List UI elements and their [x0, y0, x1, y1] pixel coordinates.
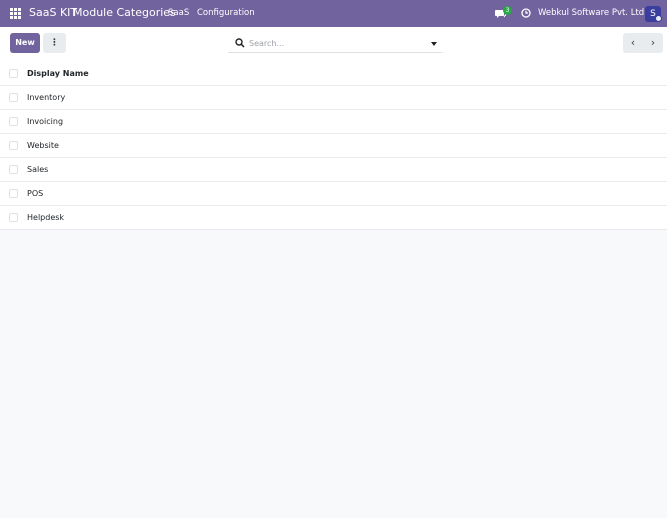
nav-menu-configuration[interactable]: Configuration	[197, 8, 255, 18]
row-display-name: Inventory	[27, 93, 66, 102]
search-input[interactable]	[249, 36, 419, 50]
row-display-name: Sales	[27, 165, 49, 174]
list-view: Display Name Inventory Invoicing Website…	[0, 61, 667, 230]
chat-badge: 3	[503, 6, 512, 15]
select-all-checkbox[interactable]	[9, 69, 18, 78]
row-checkbox[interactable]	[9, 213, 18, 222]
app-brand[interactable]: SaaS KIT	[29, 6, 77, 19]
table-row[interactable]: Inventory	[0, 86, 667, 110]
search-icon	[235, 38, 245, 48]
top-navbar: SaaS KIT Module Categories SaaS Configur…	[0, 0, 667, 27]
pager-previous-button[interactable]: ‹	[623, 33, 643, 53]
actions-menu-button[interactable]: ⋮	[43, 33, 66, 53]
company-switcher[interactable]: Webkul Software Pvt. Ltd.	[538, 8, 647, 18]
user-status-dot	[655, 15, 662, 22]
activity-clock-icon[interactable]	[521, 8, 531, 18]
table-row[interactable]: POS	[0, 182, 667, 206]
row-display-name: Invoicing	[27, 117, 64, 126]
apps-menu-icon[interactable]	[10, 8, 21, 19]
search-box	[228, 33, 443, 53]
new-button[interactable]: New	[10, 33, 40, 53]
column-header-display-name[interactable]: Display Name	[27, 69, 89, 78]
search-options-toggle[interactable]	[426, 33, 443, 53]
row-display-name: Helpdesk	[27, 213, 65, 222]
table-row[interactable]: Sales	[0, 158, 667, 182]
control-panel: New ⋮ ‹ ›	[0, 27, 667, 61]
row-checkbox[interactable]	[9, 165, 18, 174]
nav-current-section[interactable]: Module Categories	[73, 6, 176, 19]
row-display-name: POS	[27, 189, 44, 198]
table-row[interactable]: Invoicing	[0, 110, 667, 134]
table-row[interactable]: Website	[0, 134, 667, 158]
pager-next-button[interactable]: ›	[643, 33, 663, 53]
row-checkbox[interactable]	[9, 141, 18, 150]
row-checkbox[interactable]	[9, 117, 18, 126]
nav-menu-saas[interactable]: SaaS	[168, 8, 189, 18]
row-display-name: Website	[27, 141, 59, 150]
row-checkbox[interactable]	[9, 93, 18, 102]
table-row[interactable]: Helpdesk	[0, 206, 667, 230]
list-header: Display Name	[0, 61, 667, 86]
row-checkbox[interactable]	[9, 189, 18, 198]
